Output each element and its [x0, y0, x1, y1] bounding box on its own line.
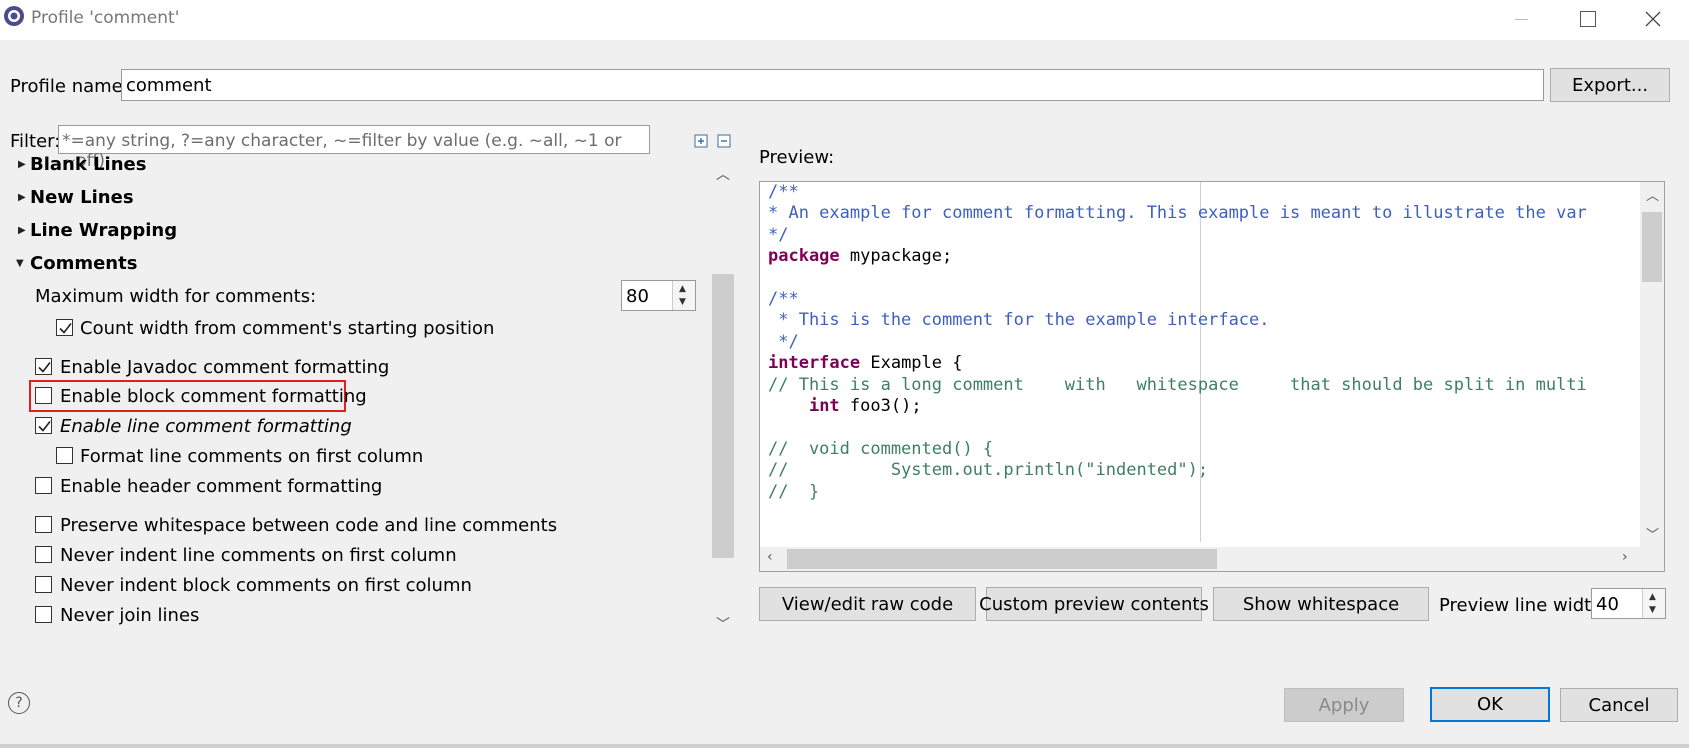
- preview-hscroll-thumb[interactable]: [787, 549, 1217, 569]
- scroll-up-icon[interactable]: ︿: [1646, 185, 1659, 204]
- title-bar: [0, 0, 1689, 40]
- expanded-arrow-icon[interactable]: ▼: [16, 258, 24, 269]
- option-checkbox[interactable]: [35, 516, 52, 533]
- scroll-down-icon[interactable]: ﹀: [716, 614, 730, 634]
- custom-preview-contents-button[interactable]: Custom preview contents: [979, 587, 1209, 621]
- max-width-value: 80: [626, 286, 649, 307]
- show-whitespace-button[interactable]: Show whitespace: [1213, 587, 1429, 621]
- preview-line-width-spinner[interactable]: 40 ▲ ▼: [1591, 588, 1666, 619]
- cancel-button[interactable]: Cancel: [1560, 688, 1678, 722]
- max-width-label: Maximum width for comments:: [35, 286, 317, 307]
- tree-section-new-lines[interactable]: New Lines: [30, 187, 134, 208]
- filter-label: Filter:: [10, 131, 61, 152]
- option-never-indent-block-label: Never indent block comments on first col…: [60, 575, 472, 596]
- scroll-down-icon[interactable]: ﹀: [1646, 524, 1659, 543]
- option-never-indent-line-label: Never indent line comments on first colu…: [60, 545, 457, 566]
- bottom-edge: [0, 744, 1689, 748]
- preview-line-width-label: Preview line width:: [1439, 595, 1609, 616]
- option-preserve-whitespace-label: Preserve whitespace between code and lin…: [60, 515, 558, 536]
- option-checkbox[interactable]: [35, 606, 52, 623]
- option-javadoc-label: Enable Javadoc comment formatting: [60, 357, 390, 378]
- filter-placeholder: *=any string, ?=any character, ~=filter …: [62, 131, 622, 171]
- collapsed-arrow-icon[interactable]: ▶: [18, 159, 26, 170]
- tree-scroll-thumb[interactable]: [712, 274, 734, 558]
- scroll-left-icon[interactable]: ‹: [767, 549, 773, 565]
- preview-editor[interactable]: /** * An example for comment formatting.…: [759, 181, 1665, 572]
- profile-name-label: Profile name:: [10, 76, 129, 97]
- option-never-join-lines-label: Never join lines: [60, 605, 200, 626]
- option-count-width-label: Count width from comment's starting posi…: [80, 318, 495, 339]
- option-format-line-first-col-label: Format line comments on first column: [80, 446, 424, 467]
- scroll-up-icon[interactable]: ︿: [716, 164, 730, 184]
- preview-hscrollbar[interactable]: ‹ ›: [760, 547, 1664, 571]
- collapsed-arrow-icon[interactable]: ▶: [18, 225, 26, 236]
- profile-name-field[interactable]: comment: [121, 69, 1544, 101]
- option-checkbox[interactable]: [35, 546, 52, 563]
- ok-button[interactable]: OK: [1430, 687, 1550, 722]
- option-header-comment-label: Enable header comment formatting: [60, 476, 383, 497]
- preview-code: /** * An example for comment formatting.…: [768, 182, 1587, 502]
- option-checkbox[interactable]: [35, 358, 52, 375]
- preview-line-width-value: 40: [1596, 594, 1619, 615]
- maximize-button[interactable]: [1555, 0, 1621, 38]
- tree-section-line-wrapping[interactable]: Line Wrapping: [30, 220, 177, 241]
- option-checkbox[interactable]: [56, 319, 73, 336]
- preview-label: Preview:: [759, 147, 835, 168]
- close-icon: [1645, 11, 1661, 27]
- option-block-comment-label: Enable block comment formatting: [60, 386, 367, 407]
- option-checkbox[interactable]: [35, 387, 52, 404]
- profile-name-value: comment: [126, 75, 212, 96]
- maximize-icon: [1580, 11, 1596, 27]
- collapsed-arrow-icon[interactable]: ▶: [18, 192, 26, 203]
- minimize-icon: [1514, 18, 1528, 20]
- scroll-right-icon[interactable]: ›: [1622, 549, 1628, 565]
- spinner-arrows[interactable]: ▲ ▼: [1642, 589, 1665, 618]
- tree-section-comments[interactable]: Comments: [30, 253, 137, 274]
- max-width-spinner[interactable]: 80 ▲ ▼: [621, 280, 696, 311]
- option-checkbox[interactable]: [56, 447, 73, 464]
- view-edit-raw-code-button[interactable]: View/edit raw code: [759, 587, 976, 621]
- eclipse-app-icon: [2, 4, 26, 28]
- minimize-button[interactable]: [1488, 0, 1554, 38]
- spin-up-icon[interactable]: ▲: [1649, 592, 1656, 602]
- window-title: Profile 'comment': [31, 8, 180, 28]
- apply-button[interactable]: Apply: [1284, 688, 1404, 722]
- option-checkbox[interactable]: [35, 576, 52, 593]
- preview-vscrollbar[interactable]: ︿ ﹀: [1640, 182, 1664, 548]
- option-checkbox[interactable]: [35, 417, 52, 434]
- spin-up-icon[interactable]: ▲: [679, 284, 686, 294]
- option-line-comment-label: Enable line comment formatting: [60, 416, 352, 437]
- tree-section-blank-lines[interactable]: Blank Lines: [30, 154, 146, 175]
- spin-down-icon[interactable]: ▼: [1649, 605, 1656, 615]
- collapse-all-icon[interactable]: [717, 132, 731, 148]
- spinner-arrows[interactable]: ▲ ▼: [672, 281, 695, 310]
- spin-down-icon[interactable]: ▼: [679, 297, 686, 307]
- filter-input[interactable]: *=any string, ?=any character, ~=filter …: [58, 125, 650, 171]
- export-button[interactable]: Export...: [1550, 68, 1670, 102]
- close-button[interactable]: [1620, 0, 1686, 38]
- help-icon[interactable]: ?: [8, 692, 30, 714]
- option-checkbox[interactable]: [35, 477, 52, 494]
- expand-all-icon[interactable]: [694, 132, 708, 148]
- preview-vscroll-thumb[interactable]: [1642, 212, 1662, 282]
